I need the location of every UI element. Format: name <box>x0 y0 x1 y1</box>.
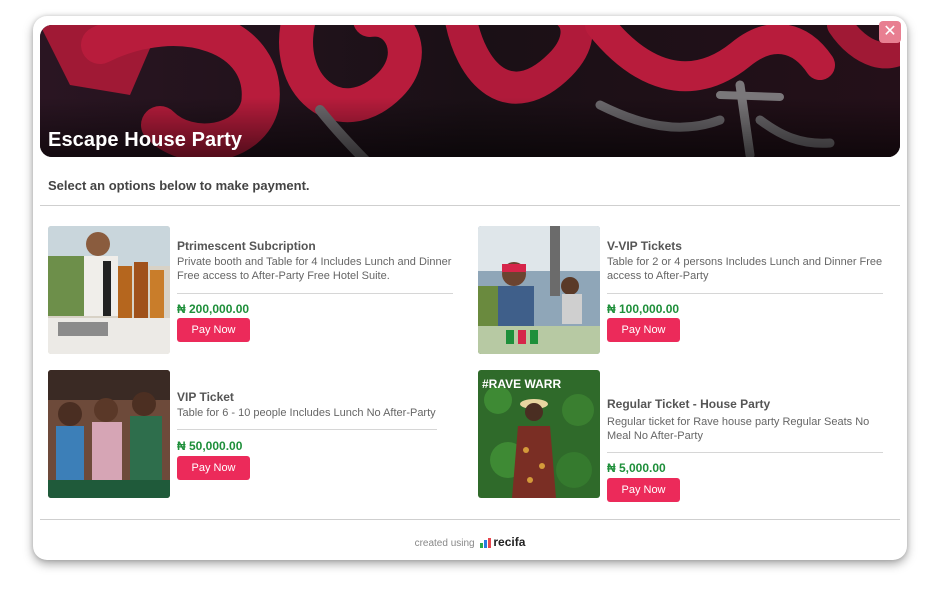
close-icon: ✕ <box>883 23 897 40</box>
footer-prefix: created using <box>414 538 475 549</box>
ticket-price: ₦ 5,000.00 <box>607 461 666 475</box>
close-button[interactable]: ✕ <box>879 21 901 43</box>
ticket-name: Regular Ticket - House Party <box>607 397 771 411</box>
payment-modal: ✕ Escape House Party Select an options b… <box>33 16 907 560</box>
ticket-description: Table for 6 - 10 people Includes Lunch N… <box>177 407 436 419</box>
ticket-divider <box>177 293 453 294</box>
ticket-image-ptrimescent <box>48 226 170 354</box>
pay-now-button[interactable]: Pay Now <box>177 456 250 480</box>
pay-now-button[interactable]: Pay Now <box>607 318 680 342</box>
ticket-price: ₦ 200,000.00 <box>177 302 250 316</box>
ticket-price: ₦ 50,000.00 <box>177 439 243 453</box>
footer-divider <box>40 519 900 520</box>
pay-now-button[interactable]: Pay Now <box>177 318 250 342</box>
ticket-name: VIP Ticket <box>177 390 234 404</box>
ticket-description: Table for 2 or 4 persons Includes Lunch … <box>607 256 883 282</box>
event-banner: Escape House Party <box>40 25 900 157</box>
ticket-description: Regular ticket for Rave house party Regu… <box>607 416 870 442</box>
recifa-logo-icon <box>480 538 492 549</box>
header-divider <box>40 205 900 206</box>
brand-name[interactable]: recifa <box>493 535 525 549</box>
ticket-name: V-VIP Tickets <box>607 239 682 253</box>
event-title: Escape House Party <box>48 129 243 151</box>
footer-credit: created using recifa <box>33 535 907 549</box>
ticket-image-vip <box>48 370 170 498</box>
ticket-divider <box>607 293 883 294</box>
instruction-text: Select an options below to make payment. <box>48 178 310 193</box>
pay-now-button[interactable]: Pay Now <box>607 478 680 502</box>
rave-wall-text: #RAVE WARR <box>482 377 561 391</box>
ticket-divider <box>177 429 437 430</box>
ticket-name: Ptrimescent Subcription <box>177 239 316 253</box>
ticket-description: Private booth and Table for 4 Includes L… <box>177 256 452 282</box>
ticket-image-v-vip <box>478 226 600 354</box>
ticket-image-regular: #RAVE WARR <box>478 370 600 498</box>
ticket-price: ₦ 100,000.00 <box>607 302 680 316</box>
ticket-divider <box>607 452 883 453</box>
